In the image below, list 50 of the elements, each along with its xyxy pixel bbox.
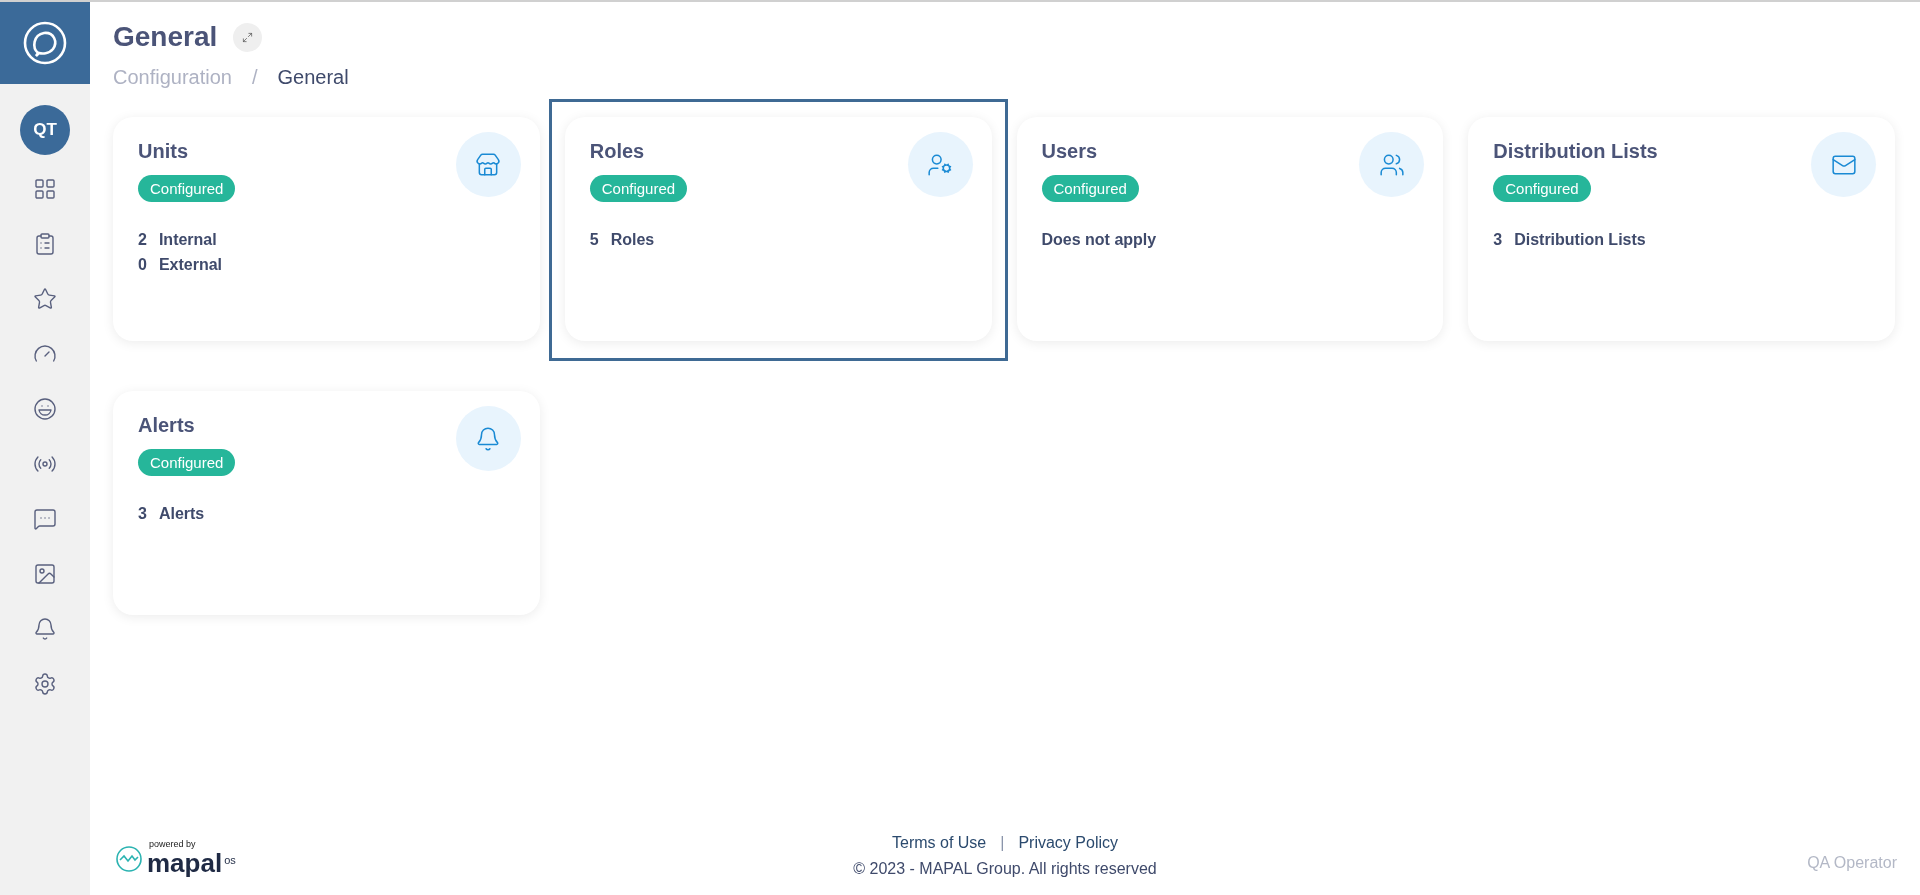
status-badge: Configured (138, 175, 236, 202)
count-value: 3 (1493, 230, 1503, 250)
chat-icon[interactable] (33, 507, 57, 531)
count-value: 0 (138, 255, 147, 275)
settings-icon[interactable] (33, 672, 57, 696)
wave-circle-icon (115, 844, 143, 873)
user-avatar[interactable]: QT (20, 105, 70, 155)
card-title: Roles (589, 139, 645, 164)
bell-icon[interactable] (33, 617, 57, 641)
card-note: Does not apply (1041, 230, 1157, 250)
star-icon[interactable] (33, 287, 57, 311)
chat-bubble-logo-icon (22, 20, 68, 66)
clipboard-icon[interactable] (33, 232, 57, 256)
store-icon (475, 151, 502, 178)
card-title: Alerts (138, 413, 195, 438)
smiley-icon[interactable] (33, 397, 57, 421)
card-title: Distribution Lists (1493, 139, 1658, 164)
status-badge: Configured (1493, 175, 1591, 202)
count-value: 5 (589, 230, 599, 250)
diagonal-arrows-icon (242, 31, 254, 43)
count-value: 2 (138, 230, 147, 250)
count-label: External (158, 255, 223, 275)
status-badge: Configured (138, 449, 236, 476)
app-logo[interactable] (0, 2, 90, 84)
config-card[interactable]: Distribution Lists Configured 3 Distribution Lists (1468, 117, 1895, 341)
count-value: 3 (138, 504, 147, 524)
count-label: Alerts (158, 504, 205, 524)
config-card[interactable]: Units Configured 2 Internal 0 External (113, 117, 540, 341)
count-label: Distribution Lists (1514, 230, 1646, 250)
brand-name: mapal (147, 849, 223, 877)
user-name: QA Operator (1807, 853, 1897, 873)
config-card[interactable]: Roles Configured 5 Roles (564, 117, 992, 341)
config-card[interactable]: Alerts Configured 3 Alerts (113, 391, 540, 615)
image-icon[interactable] (33, 562, 57, 586)
count-label: Roles (610, 230, 655, 250)
card-title: Units (138, 139, 188, 164)
page-title: General (113, 20, 218, 54)
copyright-text: © 2023 - MAPAL Group. All rights reserved (853, 859, 1157, 879)
grid-icon[interactable] (33, 177, 57, 201)
status-badge: Configured (1041, 175, 1139, 202)
brand-suffix: os (224, 855, 236, 866)
count-label: Internal (158, 230, 217, 250)
powered-by-text: powered by (149, 840, 197, 849)
breadcrumb-item: General (277, 65, 349, 90)
link-separator: | (1000, 833, 1005, 853)
status-badge: Configured (589, 175, 688, 202)
footer-link[interactable]: Privacy Policy (1018, 831, 1118, 855)
config-card[interactable]: Users Configured Does not apply (1016, 117, 1444, 341)
card-title: Users (1041, 139, 1098, 164)
footer-link[interactable]: Terms of Use (892, 831, 987, 855)
